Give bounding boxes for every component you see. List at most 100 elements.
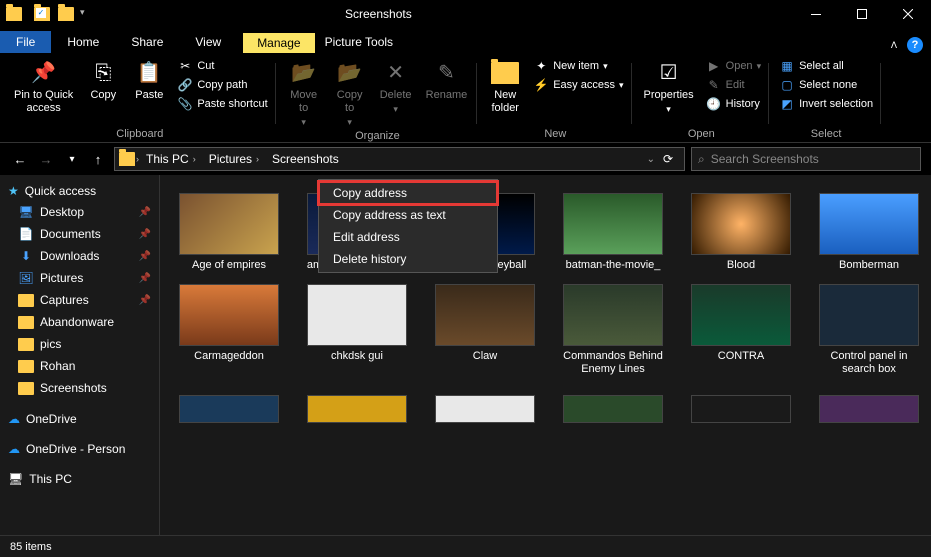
ctx-copy-address[interactable]: Copy address	[319, 182, 497, 204]
copy-to-button[interactable]: 📂Copy to▾	[330, 57, 370, 130]
help-icon[interactable]: ?	[907, 37, 923, 53]
file-item[interactable]	[298, 395, 416, 423]
sidebar-item-screenshots[interactable]: Screenshots	[0, 377, 159, 399]
file-item[interactable]	[426, 395, 544, 423]
sidebar-quick-access[interactable]: ★Quick access	[0, 181, 159, 201]
recent-dropdown[interactable]: ▾	[62, 149, 82, 169]
select-none-button[interactable]: ▢Select none	[777, 76, 875, 94]
file-list[interactable]: Copy address Copy address as text Edit a…	[160, 175, 931, 535]
open-button[interactable]: ▶Open▾	[704, 57, 763, 75]
copy-path-button[interactable]: 🔗Copy path	[175, 76, 269, 94]
file-caption: Age of empires	[192, 259, 266, 272]
thumbnail	[691, 284, 791, 346]
thumbnail	[691, 193, 791, 255]
sidebar-item-pictures[interactable]: 🖼Pictures📌	[0, 267, 159, 289]
thumbnail	[819, 395, 919, 423]
thumbnail	[563, 284, 663, 346]
address-folder-icon	[119, 152, 135, 166]
new-folder-button[interactable]: New folder	[485, 57, 525, 117]
file-item[interactable]	[810, 395, 928, 423]
thumbnail	[819, 284, 919, 346]
qat-new-folder-icon[interactable]	[58, 7, 74, 21]
easy-access-button[interactable]: ⚡Easy access▾	[531, 76, 625, 94]
address-bar[interactable]: › This PC› Pictures› Screenshots ⌄ ⟳	[114, 147, 685, 171]
copy-button[interactable]: ⎘Copy	[83, 57, 123, 104]
share-tab[interactable]: Share	[115, 31, 179, 53]
address-dropdown-icon[interactable]: ⌄	[647, 154, 655, 165]
file-item[interactable]: Commandos Behind Enemy Lines	[554, 284, 672, 376]
sidebar-onedrive[interactable]: ☁OneDrive	[0, 409, 159, 429]
delete-button[interactable]: ✕Delete▾	[376, 57, 416, 117]
home-tab[interactable]: Home	[51, 31, 115, 53]
sidebar-onedrive-personal[interactable]: ☁OneDrive - Person	[0, 439, 159, 459]
minimize-button[interactable]	[793, 0, 839, 28]
picture-tools-tab[interactable]: Picture Tools	[315, 31, 403, 53]
search-input[interactable]: ⌕ Search Screenshots	[691, 147, 921, 171]
sidebar-item-pics[interactable]: pics	[0, 333, 159, 355]
ribbon-collapse-icon[interactable]: ᐱ	[891, 40, 897, 51]
thumbnail	[307, 284, 407, 346]
file-caption: Control panel in search box	[814, 350, 924, 376]
pin-quick-access-button[interactable]: 📌Pin to Quick access	[10, 57, 77, 117]
move-to-button[interactable]: 📂Move to▾	[284, 57, 324, 130]
select-all-button[interactable]: ▦Select all	[777, 57, 875, 75]
file-item[interactable]: CONTRA	[682, 284, 800, 376]
thumbnail	[563, 395, 663, 423]
qat-folder-icon[interactable]	[6, 7, 22, 21]
file-tab[interactable]: File	[0, 31, 51, 53]
qat-properties-icon[interactable]: ✓	[34, 7, 50, 21]
sidebar-item-desktop[interactable]: 🖥Desktop📌	[0, 201, 159, 223]
file-item[interactable]: Age of empires	[170, 193, 288, 272]
file-item[interactable]: Claw	[426, 284, 544, 376]
ctx-delete-history[interactable]: Delete history	[319, 248, 497, 270]
navigation-pane: ★Quick access 🖥Desktop📌📄Documents📌⬇Downl…	[0, 175, 160, 535]
thumbnail	[179, 193, 279, 255]
breadcrumb-pictures[interactable]: Pictures›	[203, 152, 265, 166]
new-item-button[interactable]: ✦New item▾	[531, 57, 625, 75]
window-title: Screenshots	[345, 7, 412, 21]
file-item[interactable]: Blood	[682, 193, 800, 272]
breadcrumb-thispc[interactable]: This PC›	[140, 152, 202, 166]
file-item[interactable]: Control panel in search box	[810, 284, 928, 376]
file-item[interactable]: chkdsk gui	[298, 284, 416, 376]
file-caption: chkdsk gui	[331, 350, 383, 363]
file-caption: Commandos Behind Enemy Lines	[558, 350, 668, 376]
ctx-edit-address[interactable]: Edit address	[319, 226, 497, 248]
file-item[interactable]	[682, 395, 800, 423]
open-group-label: Open	[688, 128, 715, 142]
sidebar-item-downloads[interactable]: ⬇Downloads📌	[0, 245, 159, 267]
cut-button[interactable]: ✂Cut	[175, 57, 269, 75]
sidebar-this-pc[interactable]: 🖥This PC	[0, 469, 159, 489]
new-group-label: New	[544, 128, 566, 142]
properties-button[interactable]: ☑Properties▾	[640, 57, 698, 117]
file-item[interactable]	[170, 395, 288, 423]
up-button[interactable]: ↑	[88, 149, 108, 169]
sidebar-item-documents[interactable]: 📄Documents📌	[0, 223, 159, 245]
invert-selection-button[interactable]: ◩Invert selection	[777, 95, 875, 113]
forward-button[interactable]: →	[36, 149, 56, 169]
refresh-button[interactable]: ⟳	[656, 152, 680, 166]
file-caption: CONTRA	[718, 350, 764, 363]
history-button[interactable]: 🕘History	[704, 95, 763, 113]
maximize-button[interactable]	[839, 0, 885, 28]
back-button[interactable]: ←	[10, 149, 30, 169]
file-item[interactable]: Carmageddon	[170, 284, 288, 376]
file-item[interactable]	[554, 395, 672, 423]
edit-button[interactable]: ✎Edit	[704, 76, 763, 94]
sidebar-item-abandonware[interactable]: Abandonware	[0, 311, 159, 333]
file-item[interactable]: batman-the-movie_	[554, 193, 672, 272]
paste-shortcut-button[interactable]: 📎Paste shortcut	[175, 95, 269, 113]
sidebar-item-rohan[interactable]: Rohan	[0, 355, 159, 377]
file-caption: Blood	[727, 259, 755, 272]
thumbnail	[691, 395, 791, 423]
rename-button[interactable]: ✎Rename	[422, 57, 472, 104]
qat-dropdown-icon[interactable]: ▾	[80, 7, 85, 21]
ctx-copy-address-text[interactable]: Copy address as text	[319, 204, 497, 226]
view-tab[interactable]: View	[179, 31, 237, 53]
file-item[interactable]: Bomberman	[810, 193, 928, 272]
close-button[interactable]	[885, 0, 931, 28]
paste-button[interactable]: 📋Paste	[129, 57, 169, 104]
sidebar-item-captures[interactable]: Captures📌	[0, 289, 159, 311]
manage-context-tab[interactable]: Manage	[243, 33, 314, 53]
breadcrumb-screenshots[interactable]: Screenshots	[266, 152, 345, 166]
